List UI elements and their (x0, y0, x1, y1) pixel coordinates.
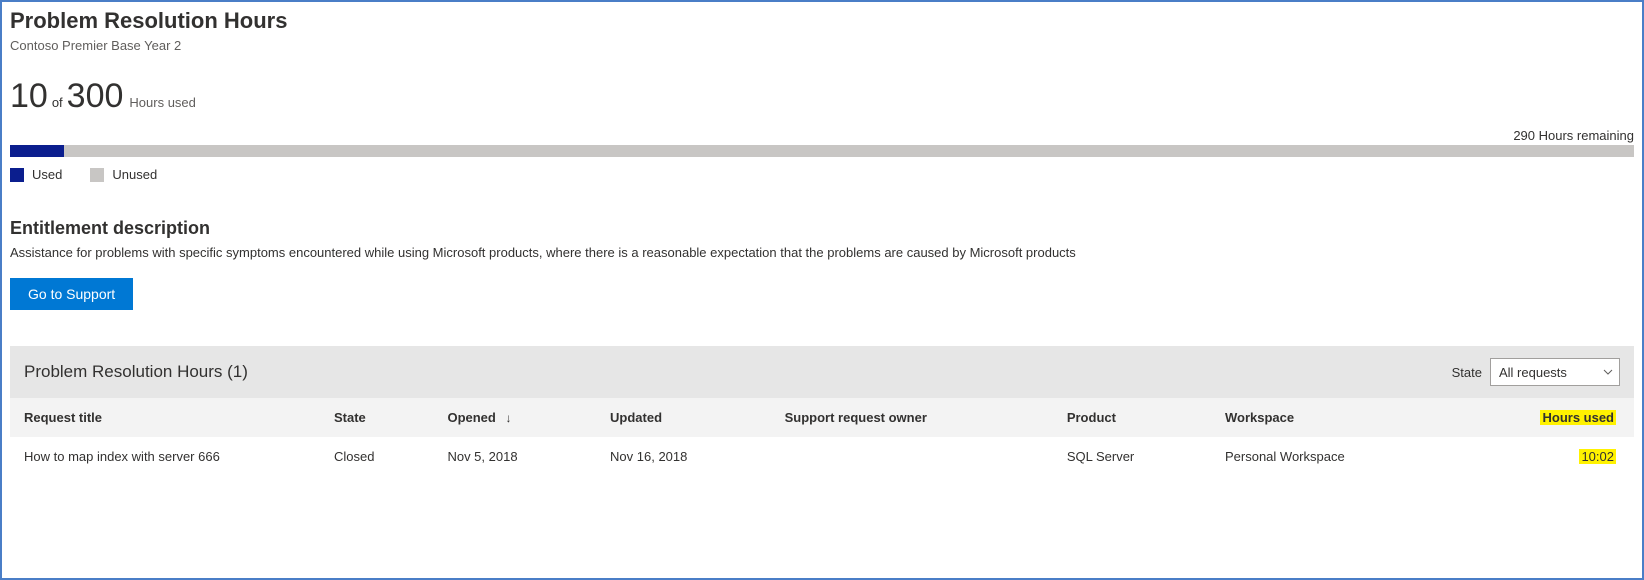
cell-state: Closed (320, 437, 433, 476)
hours-progress-fill (10, 145, 64, 157)
col-request-title[interactable]: Request title (10, 398, 320, 437)
col-product[interactable]: Product (1053, 398, 1211, 437)
hours-summary: 10 of 300 Hours used (10, 77, 1634, 116)
table-title: Problem Resolution Hours (1) (24, 362, 248, 382)
table-title-bar: Problem Resolution Hours (1) State All r… (10, 346, 1634, 398)
col-owner[interactable]: Support request owner (771, 398, 1053, 437)
col-opened[interactable]: Opened ↓ (433, 398, 596, 437)
entitlement-heading: Entitlement description (10, 218, 1634, 239)
state-filter-select[interactable]: All requests (1490, 358, 1620, 386)
cell-workspace: Personal Workspace (1211, 437, 1456, 476)
col-state[interactable]: State (320, 398, 433, 437)
requests-table: Request title State Opened ↓ Updated Sup… (10, 398, 1634, 476)
legend-used: Used (10, 167, 62, 182)
legend-used-swatch (10, 168, 24, 182)
cell-product: SQL Server (1053, 437, 1211, 476)
hours-used-value: 10 (10, 77, 48, 116)
page-subtitle: Contoso Premier Base Year 2 (10, 38, 1634, 53)
hours-used-label: Hours used (129, 95, 195, 114)
col-hours-used-label: Hours used (1540, 410, 1616, 425)
legend-unused-swatch (90, 168, 104, 182)
cell-request-title: How to map index with server 666 (10, 437, 320, 476)
state-filter-value: All requests (1499, 365, 1567, 380)
hours-total-value: 300 (67, 77, 124, 116)
go-to-support-button[interactable]: Go to Support (10, 278, 133, 310)
cell-hours-used-value: 10:02 (1579, 449, 1616, 464)
state-filter: State All requests (1452, 358, 1620, 386)
state-filter-label: State (1452, 365, 1482, 380)
entitlement-description: Assistance for problems with specific sy… (10, 245, 1610, 260)
legend-unused-label: Unused (112, 167, 157, 182)
cell-opened: Nov 5, 2018 (433, 437, 596, 476)
cell-hours-used: 10:02 (1456, 437, 1634, 476)
col-hours-used[interactable]: Hours used (1456, 398, 1634, 437)
progress-legend: Used Unused (10, 167, 1634, 182)
page-frame: Problem Resolution Hours Contoso Premier… (0, 0, 1644, 580)
table-row[interactable]: How to map index with server 666 Closed … (10, 437, 1634, 476)
cell-updated: Nov 16, 2018 (596, 437, 771, 476)
chevron-down-icon (1603, 369, 1613, 375)
table-header-row: Request title State Opened ↓ Updated Sup… (10, 398, 1634, 437)
legend-unused: Unused (90, 167, 157, 182)
hours-progress-bar (10, 145, 1634, 157)
col-workspace[interactable]: Workspace (1211, 398, 1456, 437)
col-updated[interactable]: Updated (596, 398, 771, 437)
hours-remaining-text: 290 Hours remaining (10, 128, 1634, 143)
sort-desc-icon: ↓ (505, 411, 511, 425)
col-opened-label: Opened (447, 410, 495, 425)
requests-table-block: Problem Resolution Hours (1) State All r… (10, 346, 1634, 476)
page-title: Problem Resolution Hours (10, 8, 1634, 34)
legend-used-label: Used (32, 167, 62, 182)
hours-of-label: of (52, 95, 63, 114)
cell-owner (771, 437, 1053, 476)
